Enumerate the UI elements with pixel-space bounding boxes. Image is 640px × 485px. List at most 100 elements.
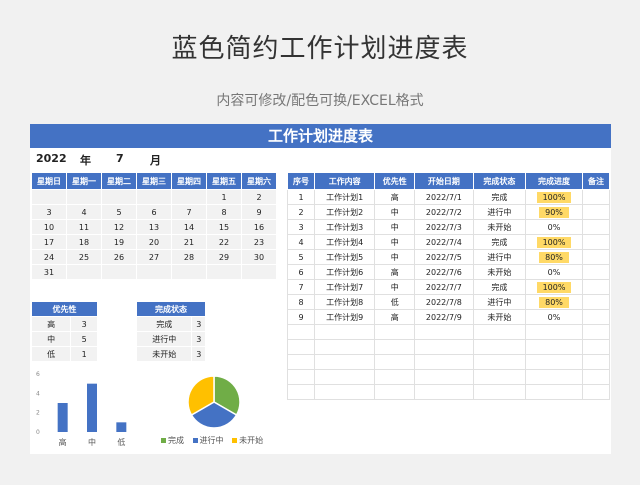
calendar-cell[interactable] (171, 189, 207, 205)
calendar-cell[interactable]: 22 (206, 234, 242, 250)
task-cell[interactable] (287, 324, 315, 340)
priority-cell[interactable]: 5 (70, 331, 98, 347)
task-cell[interactable] (525, 339, 583, 355)
calendar-cell[interactable]: 4 (66, 204, 102, 220)
calendar-cell[interactable]: 27 (136, 249, 172, 265)
task-cell[interactable]: 低 (374, 294, 416, 310)
calendar-cell[interactable]: 24 (31, 249, 67, 265)
task-cell[interactable]: 工作计划3 (313, 219, 376, 235)
task-cell[interactable] (472, 339, 527, 355)
task-cell[interactable]: 3 (287, 219, 315, 235)
calendar-cell[interactable]: 14 (171, 219, 207, 235)
task-cell[interactable] (414, 384, 474, 400)
task-cell[interactable]: 2022/7/7 (414, 279, 474, 295)
calendar-cell[interactable] (171, 264, 207, 280)
task-cell[interactable]: 高 (374, 264, 416, 280)
task-cell[interactable]: 未开始 (472, 264, 527, 280)
calendar-cell[interactable]: 5 (101, 204, 137, 220)
task-cell[interactable] (374, 384, 416, 400)
task-cell[interactable]: 2022/7/8 (414, 294, 474, 310)
calendar-cell[interactable]: 31 (31, 264, 67, 280)
task-cell[interactable] (414, 354, 474, 370)
task-cell[interactable] (374, 369, 416, 385)
task-cell[interactable]: 高 (374, 189, 416, 205)
calendar-cell[interactable]: 11 (66, 219, 102, 235)
calendar-cell[interactable]: 18 (66, 234, 102, 250)
task-cell[interactable] (581, 324, 611, 340)
task-cell[interactable]: 工作计划6 (313, 264, 376, 280)
task-cell[interactable]: 中 (374, 204, 416, 220)
task-cell[interactable]: 未开始 (472, 309, 527, 325)
calendar-cell[interactable] (101, 264, 137, 280)
task-cell[interactable]: 100% (525, 279, 583, 295)
task-cell[interactable]: 工作计划7 (313, 279, 376, 295)
status-cell[interactable]: 进行中 (135, 331, 193, 347)
task-cell[interactable] (313, 384, 376, 400)
task-cell[interactable]: 中 (374, 234, 416, 250)
task-cell[interactable]: 完成 (472, 234, 527, 250)
task-cell[interactable]: 2022/7/9 (414, 309, 474, 325)
task-cell[interactable] (414, 339, 474, 355)
task-cell[interactable] (374, 354, 416, 370)
priority-cell[interactable]: 高 (30, 316, 72, 332)
task-cell[interactable] (581, 384, 611, 400)
calendar-cell[interactable] (66, 189, 102, 205)
calendar-cell[interactable]: 16 (241, 219, 277, 235)
task-cell[interactable]: 100% (525, 189, 583, 205)
task-cell[interactable] (581, 219, 611, 235)
task-cell[interactable] (581, 204, 611, 220)
calendar-cell[interactable]: 2 (241, 189, 277, 205)
task-cell[interactable]: 0% (525, 264, 583, 280)
task-cell[interactable]: 进行中 (472, 249, 527, 265)
task-cell[interactable]: 中 (374, 249, 416, 265)
task-cell[interactable] (525, 369, 583, 385)
task-cell[interactable]: 中 (374, 219, 416, 235)
calendar-cell[interactable]: 13 (136, 219, 172, 235)
calendar-cell[interactable]: 9 (241, 204, 277, 220)
task-cell[interactable] (472, 384, 527, 400)
status-cell[interactable]: 未开始 (135, 346, 193, 362)
task-cell[interactable] (525, 324, 583, 340)
priority-cell[interactable]: 中 (30, 331, 72, 347)
task-cell[interactable] (374, 324, 416, 340)
calendar-cell[interactable]: 6 (136, 204, 172, 220)
task-cell[interactable]: 2022/7/4 (414, 234, 474, 250)
calendar-cell[interactable]: 1 (206, 189, 242, 205)
task-cell[interactable] (374, 339, 416, 355)
calendar-cell[interactable]: 20 (136, 234, 172, 250)
task-cell[interactable]: 0% (525, 309, 583, 325)
calendar-cell[interactable]: 3 (31, 204, 67, 220)
calendar-cell[interactable] (31, 189, 67, 205)
task-cell[interactable]: 1 (287, 189, 315, 205)
task-cell[interactable]: 工作计划1 (313, 189, 376, 205)
task-cell[interactable]: 90% (525, 204, 583, 220)
task-cell[interactable]: 工作计划8 (313, 294, 376, 310)
calendar-cell[interactable] (136, 264, 172, 280)
task-cell[interactable] (581, 264, 611, 280)
task-cell[interactable] (581, 354, 611, 370)
task-cell[interactable]: 中 (374, 279, 416, 295)
task-cell[interactable]: 进行中 (472, 294, 527, 310)
task-cell[interactable] (581, 249, 611, 265)
task-cell[interactable] (287, 339, 315, 355)
task-cell[interactable] (581, 309, 611, 325)
task-cell[interactable] (581, 279, 611, 295)
task-cell[interactable] (313, 369, 376, 385)
task-cell[interactable] (287, 369, 315, 385)
task-cell[interactable]: 2022/7/6 (414, 264, 474, 280)
calendar-cell[interactable]: 19 (101, 234, 137, 250)
calendar-cell[interactable]: 8 (206, 204, 242, 220)
calendar-cell[interactable] (136, 189, 172, 205)
task-cell[interactable] (287, 354, 315, 370)
task-cell[interactable] (581, 339, 611, 355)
task-cell[interactable]: 80% (525, 294, 583, 310)
calendar-cell[interactable]: 25 (66, 249, 102, 265)
calendar-cell[interactable] (206, 264, 242, 280)
task-cell[interactable]: 2 (287, 204, 315, 220)
task-cell[interactable] (414, 369, 474, 385)
task-cell[interactable] (472, 324, 527, 340)
task-cell[interactable]: 2022/7/1 (414, 189, 474, 205)
task-cell[interactable]: 100% (525, 234, 583, 250)
task-cell[interactable]: 未开始 (472, 219, 527, 235)
task-cell[interactable] (472, 369, 527, 385)
